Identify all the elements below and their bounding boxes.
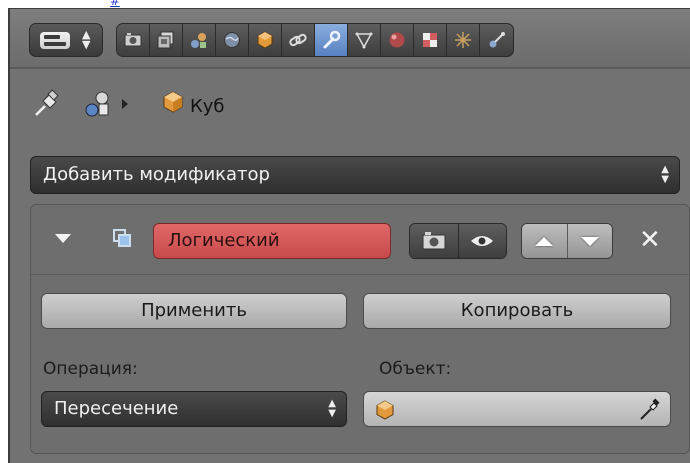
tab-texture[interactable]	[414, 24, 447, 56]
tab-object[interactable]	[249, 24, 282, 56]
operation-select[interactable]: Пересечение ▲ ▼	[41, 391, 347, 427]
move-down-button[interactable]	[567, 224, 612, 258]
scene-objects-icon	[85, 91, 109, 117]
breadcrumb-separator-icon	[122, 99, 128, 109]
tab-render-layers[interactable]	[150, 24, 183, 56]
editor-type-selector[interactable]: ▲ ▼	[29, 23, 103, 57]
properties-panel: ▲ ▼ Куб Добавить модификатор ▲ ▼ Логичес…	[8, 8, 690, 463]
arrow-up-icon	[535, 236, 554, 246]
tab-constraints[interactable]	[282, 24, 315, 56]
close-icon: ✕	[639, 225, 661, 255]
eye-icon	[471, 236, 494, 246]
tab-material[interactable]	[381, 24, 414, 56]
modifier-move-buttons	[521, 223, 613, 259]
copy-button[interactable]: Копировать	[363, 293, 671, 329]
remove-modifier-button[interactable]: ✕	[639, 225, 661, 255]
tab-particles[interactable]	[447, 24, 480, 56]
eyedropper-icon[interactable]	[638, 398, 662, 422]
world-icon	[224, 32, 240, 48]
chevron-updown-icon: ▲ ▼	[661, 164, 669, 185]
modifier-panel: Логический ✕ Применить Копировать Операц…	[30, 204, 690, 454]
object-cube-icon	[376, 400, 394, 420]
top-link[interactable]: #	[110, 0, 120, 8]
modifier-name-field[interactable]: Логический	[153, 223, 391, 259]
top-strip: #	[0, 0, 690, 8]
copy-label: Копировать	[460, 300, 574, 321]
object-name: Куб	[190, 96, 225, 117]
material-icon	[389, 32, 405, 48]
apply-label: Применить	[141, 300, 247, 321]
object-icon	[257, 31, 273, 49]
object-cube-icon	[163, 91, 183, 113]
properties-header: ▲ ▼	[10, 9, 690, 69]
tab-render[interactable]	[117, 24, 150, 56]
scene-icon	[191, 33, 206, 48]
tab-object-data[interactable]	[348, 24, 381, 56]
particles-icon	[455, 32, 471, 48]
tab-modifiers[interactable]	[315, 24, 348, 56]
tab-world[interactable]	[216, 24, 249, 56]
add-modifier-label: Добавить модификатор	[43, 164, 270, 185]
chevron-updown-icon: ▲ ▼	[328, 398, 336, 419]
modifiers-wrench-icon	[323, 30, 341, 49]
tab-physics[interactable]	[480, 24, 513, 56]
render-toggle-button[interactable]	[410, 224, 459, 258]
chevron-updown-icon: ▲ ▼	[82, 28, 91, 51]
tab-scene[interactable]	[183, 24, 216, 56]
add-modifier-button[interactable]: Добавить модификатор ▲ ▼	[30, 156, 680, 194]
viewport-toggle-button[interactable]	[458, 224, 506, 258]
breadcrumb: Куб	[10, 71, 690, 141]
modifier-header: Логический ✕	[31, 205, 689, 275]
modifier-visibility-toggles	[409, 223, 507, 259]
render-icon	[124, 33, 142, 47]
texture-icon	[423, 33, 437, 47]
boolean-modifier-icon	[113, 229, 131, 247]
operation-value: Пересечение	[54, 398, 179, 419]
object-data-icon	[355, 32, 373, 49]
arrow-down-icon	[580, 236, 599, 246]
operation-label: Операция:	[43, 359, 138, 379]
modifier-name: Логический	[168, 230, 280, 251]
apply-button[interactable]: Применить	[41, 293, 347, 329]
constraints-icon	[289, 33, 307, 47]
object-label: Объект:	[379, 359, 452, 379]
context-tabs	[116, 23, 514, 57]
render-layers-icon	[157, 31, 174, 49]
pin-icon[interactable]	[32, 89, 62, 119]
camera-icon	[422, 232, 446, 250]
object-field[interactable]	[363, 391, 671, 427]
move-up-button[interactable]	[522, 224, 568, 258]
physics-icon	[489, 32, 505, 48]
collapse-arrow-icon[interactable]	[55, 234, 71, 243]
properties-editor-icon	[40, 32, 70, 49]
